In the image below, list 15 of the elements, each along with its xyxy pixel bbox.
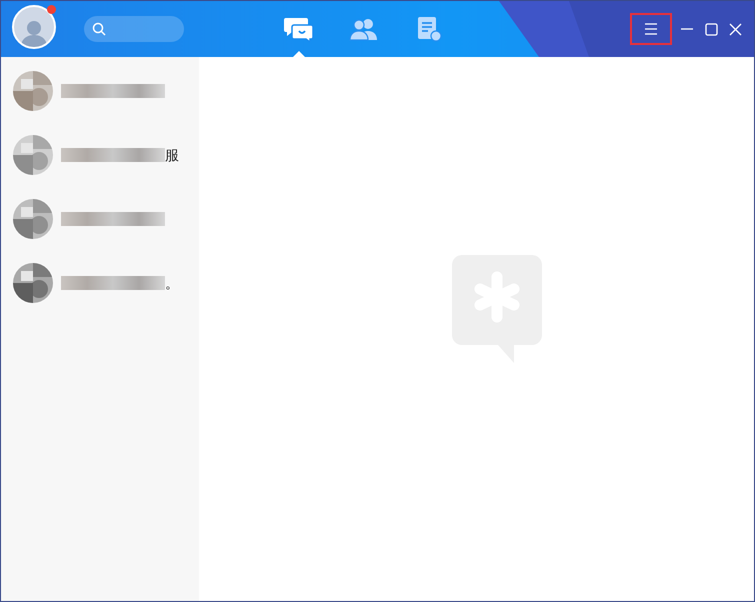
- chat-icon: [284, 16, 314, 42]
- conversation-item[interactable]: 服: [1, 123, 199, 187]
- user-avatar[interactable]: [12, 5, 56, 49]
- conversation-item[interactable]: 。: [1, 251, 199, 315]
- search-button[interactable]: [84, 16, 184, 42]
- maximize-icon: [704, 22, 718, 36]
- menu-button[interactable]: [630, 13, 672, 45]
- search-icon: [92, 22, 106, 36]
- minimize-icon: [681, 28, 693, 30]
- contact-name: 。: [165, 274, 179, 292]
- close-icon: [728, 22, 742, 36]
- contact-name: 服: [165, 146, 179, 164]
- document-icon: [416, 16, 442, 42]
- people-icon: [349, 17, 379, 41]
- menu-icon: [644, 23, 658, 35]
